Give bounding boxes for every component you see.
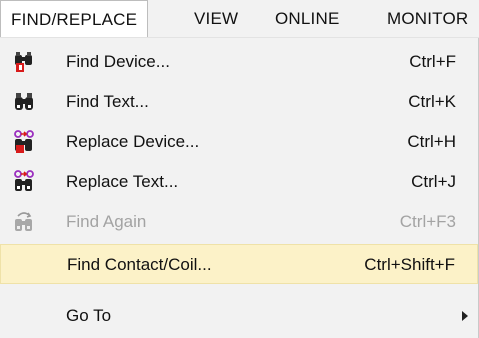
menu-item-shortcut: Ctrl+F3 xyxy=(399,212,456,231)
menu-item-find-device[interactable]: Find Device... Ctrl+F xyxy=(0,42,478,82)
menu-item-label: Replace Text... xyxy=(66,172,179,191)
submenu-arrow-icon xyxy=(462,311,468,321)
find-device-icon xyxy=(15,52,32,72)
menu-item-shortcut: Ctrl+H xyxy=(407,132,456,151)
menu-item-shortcut: Ctrl+K xyxy=(408,92,456,111)
menu-online[interactable]: ONLINE xyxy=(275,0,340,37)
menu-item-replace-text[interactable]: Replace Text... Ctrl+J xyxy=(0,162,478,202)
replace-text-icon xyxy=(14,170,34,191)
menu-item-find-contact-coil[interactable]: Find Contact/Coil... Ctrl+Shift+F xyxy=(0,244,478,284)
menu-item-find-text[interactable]: Find Text... Ctrl+K xyxy=(0,82,478,122)
menu-item-label: Find Contact/Coil... xyxy=(67,255,212,274)
find-replace-dropdown: Find Device... Ctrl+F Find Text... Ctrl+… xyxy=(0,38,479,338)
menu-item-go-to[interactable]: Go To xyxy=(0,296,478,336)
replace-device-icon xyxy=(14,130,34,153)
menu-item-label: Find Text... xyxy=(66,92,149,111)
menu-item-shortcut: Ctrl+Shift+F xyxy=(364,255,455,274)
find-again-icon xyxy=(15,212,32,231)
menu-view[interactable]: VIEW xyxy=(194,0,238,37)
menu-item-shortcut: Ctrl+J xyxy=(411,172,456,191)
menu-monitor[interactable]: MONITOR xyxy=(387,0,468,37)
menu-item-find-again[interactable]: Find Again Ctrl+F3 xyxy=(0,202,478,242)
menu-bar: FIND/REPLACE VIEW ONLINE MONITOR xyxy=(0,0,479,38)
menu-item-label: Go To xyxy=(66,306,112,325)
menu-item-shortcut: Ctrl+F xyxy=(409,52,456,71)
menu-find-replace[interactable]: FIND/REPLACE xyxy=(0,0,149,37)
menu-item-label: Find Again xyxy=(66,212,147,231)
menu-item-label: Find Device... xyxy=(66,52,170,71)
menu-item-replace-device[interactable]: Replace Device... Ctrl+H xyxy=(0,122,478,162)
menu-item-label: Replace Device... xyxy=(66,132,200,151)
binoculars-icon xyxy=(15,93,33,110)
